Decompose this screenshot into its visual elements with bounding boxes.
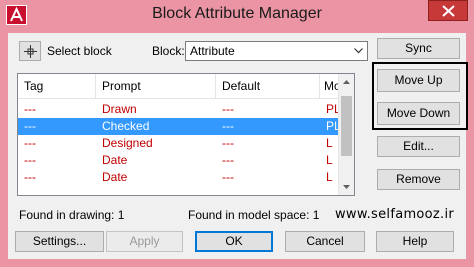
chevron-down-icon [354,48,363,54]
apply-button[interactable]: Apply [106,231,183,252]
window-title: Block Attribute Manager [152,5,322,22]
edit-button[interactable]: Edit... [377,136,460,157]
cell-default: --- [222,136,234,150]
move-down-button[interactable]: Move Down [377,102,460,125]
sync-button[interactable]: Sync [377,38,460,59]
cell-tag: --- [24,153,36,167]
column-header-prompt[interactable]: Prompt [96,74,216,98]
found-in-drawing-text: Found in drawing: 1 [19,208,125,222]
remove-button[interactable]: Remove [377,169,460,190]
ok-button[interactable]: OK [195,231,273,252]
table-row[interactable]: --- Designed --- L [18,135,340,152]
block-dropdown[interactable]: Attribute [185,41,368,61]
cell-prompt: Date [102,170,128,184]
cell-mode: L [326,136,333,150]
cell-default: --- [222,170,234,184]
title-bar: Block Attribute Manager [0,0,474,33]
cell-prompt: Drawn [102,102,137,116]
select-block-label: Select block [47,44,112,58]
help-button[interactable]: Help [376,231,454,252]
cell-default: --- [222,153,234,167]
cell-mode: L [326,153,333,167]
pick-cursor-icon [24,45,37,58]
vertical-scrollbar[interactable] [338,74,354,195]
block-attribute-manager-window: Block Attribute Manager Select block Blo… [0,0,474,267]
cell-tag: --- [24,119,36,133]
table-row[interactable]: --- Drawn --- PL [18,101,341,118]
list-header: Tag Prompt Default Mode [18,74,342,99]
block-dropdown-value: Attribute [190,44,235,58]
settings-button[interactable]: Settings... [15,231,104,252]
column-header-default[interactable]: Default [216,74,320,98]
dialog-client-area: Select block Block: Attribute Sync Tag P… [8,33,468,259]
table-row[interactable]: --- Checked --- PL [18,118,341,135]
cancel-button[interactable]: Cancel [285,231,365,252]
scrollbar-thumb[interactable] [341,96,352,156]
cell-tag: --- [24,136,36,150]
block-label: Block: [152,44,185,58]
column-header-tag[interactable]: Tag [18,74,96,98]
cell-prompt: Designed [102,136,153,150]
close-icon [442,5,455,17]
cell-mode: L [326,170,333,184]
table-row[interactable]: --- Date --- L [18,152,340,169]
table-row[interactable]: --- Date --- L [18,169,340,186]
move-up-button[interactable]: Move Up [377,69,460,92]
scroll-up-arrow-icon[interactable] [339,74,354,90]
cell-tag: --- [24,102,36,116]
attributes-list[interactable]: Tag Prompt Default Mode ---Drawn---PL---… [17,73,355,196]
cell-default: --- [222,119,234,133]
cell-prompt: Checked [102,119,150,133]
cell-prompt: Date [102,153,128,167]
cell-tag: --- [24,170,36,184]
close-button[interactable] [428,0,468,21]
watermark-text: www.selfamooz.ir [335,207,455,222]
found-in-model-space-text: Found in model space: 1 [188,208,320,222]
scroll-down-arrow-icon[interactable] [339,179,354,195]
cell-default: --- [222,102,234,116]
select-block-button[interactable] [19,41,41,61]
